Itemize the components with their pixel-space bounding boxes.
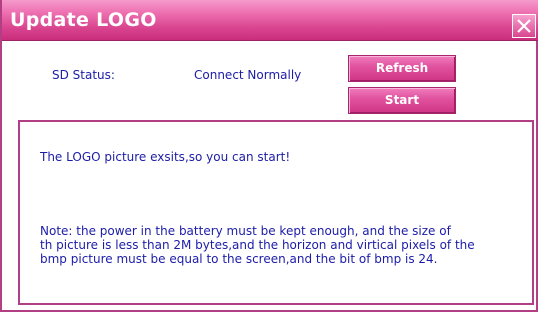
title-bar[interactable]: Update LOGO [2, 0, 538, 41]
note-line: Note: the power in the battery must be k… [40, 224, 451, 238]
status-message: The LOGO picture exsits,so you can start… [40, 150, 291, 164]
sd-status-label: SD Status: [52, 68, 115, 82]
start-button[interactable]: Start [348, 87, 456, 114]
note-line: bmp picture must be equal to the screen,… [40, 252, 438, 266]
refresh-button[interactable]: Refresh [348, 55, 456, 82]
close-button[interactable] [512, 14, 536, 38]
message-panel: The LOGO picture exsits,so you can start… [18, 120, 534, 305]
close-x-icon [517, 19, 531, 33]
note-line: th picture is less than 2M bytes,and the… [40, 238, 475, 252]
update-logo-dialog: Update LOGO SD Status: Connect Normally … [0, 0, 538, 312]
sd-status-value: Connect Normally [194, 68, 302, 82]
window-title: Update LOGO [10, 9, 157, 31]
